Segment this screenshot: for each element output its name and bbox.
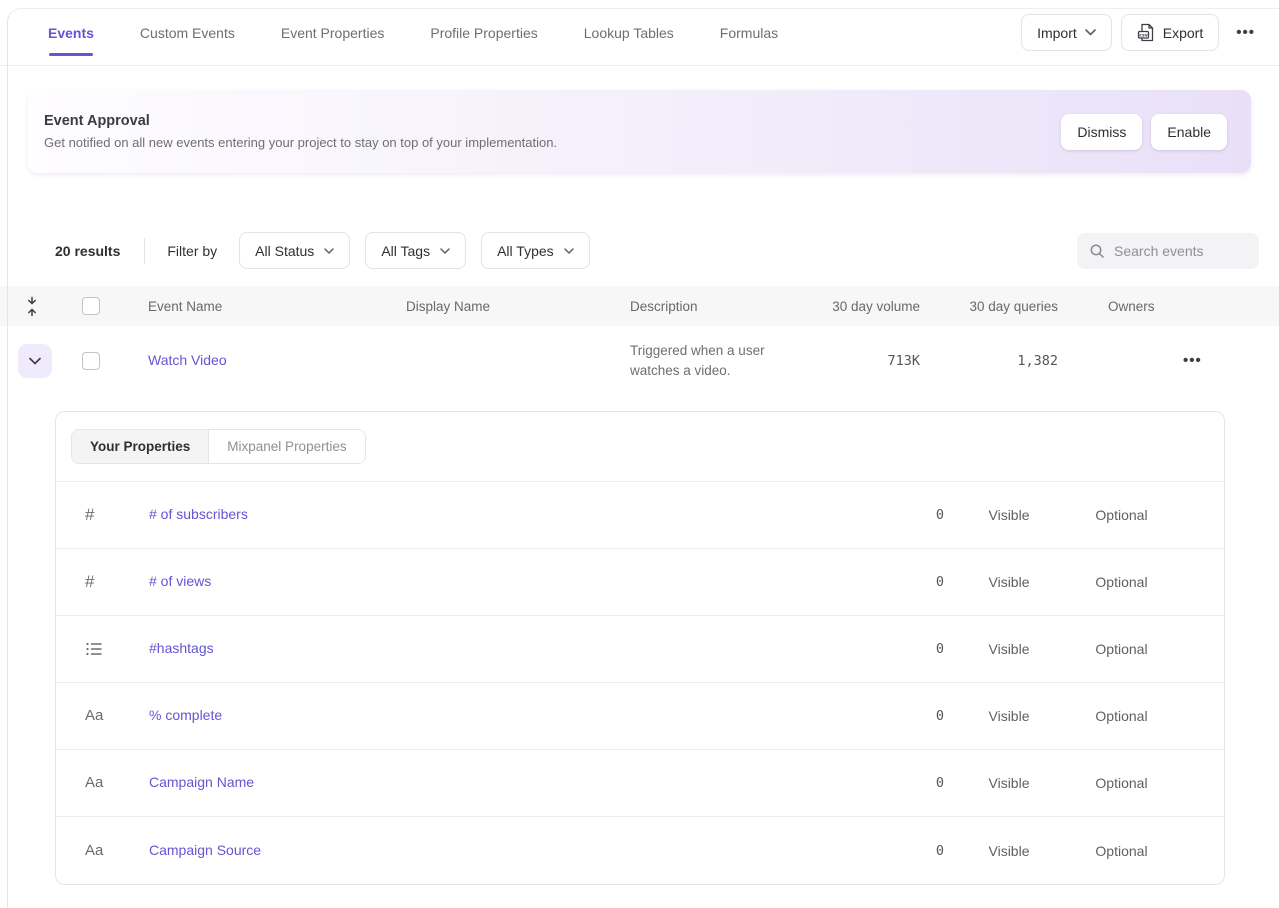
import-button-label: Import — [1037, 25, 1077, 41]
tab-your-properties[interactable]: Your Properties — [72, 430, 209, 463]
number-type-icon: # — [85, 572, 94, 591]
event-row-watch-video: Watch Video Triggered when a user watche… — [0, 326, 1279, 396]
property-requirement: Optional — [1074, 507, 1169, 523]
column-header-owners: Owners — [1108, 299, 1183, 314]
property-count: 0 — [844, 641, 944, 657]
chevron-down-icon — [29, 357, 41, 365]
list-type-icon — [85, 640, 149, 658]
property-count: 0 — [844, 708, 944, 724]
event-name-link[interactable]: Watch Video — [148, 352, 227, 368]
row-more-options-button[interactable]: ••• — [1183, 352, 1202, 369]
property-visibility: Visible — [944, 574, 1074, 590]
property-name-link[interactable]: % complete — [149, 707, 222, 723]
csv-file-icon: csv — [1137, 23, 1155, 42]
property-name-link[interactable]: Campaign Source — [149, 842, 261, 858]
banner-actions: Dismiss Enable — [1061, 114, 1227, 150]
property-visibility: Visible — [944, 641, 1074, 657]
property-name-link[interactable]: # of subscribers — [149, 506, 248, 522]
property-requirement: Optional — [1074, 574, 1169, 590]
tab-formulas[interactable]: Formulas — [720, 19, 778, 47]
chevron-down-icon — [1085, 29, 1096, 36]
property-count: 0 — [844, 775, 944, 791]
tab-profile-properties[interactable]: Profile Properties — [430, 19, 537, 47]
results-count: 20 results — [55, 243, 120, 259]
filter-bar: 20 results Filter by All Status All Tags… — [55, 232, 1259, 269]
event-volume: 713K — [830, 353, 920, 369]
select-all-checkbox[interactable] — [82, 297, 100, 315]
tags-filter-dropdown[interactable]: All Tags — [365, 232, 466, 269]
property-row: Aa Campaign Source 0 Visible Optional — [56, 817, 1224, 884]
event-approval-banner: Event Approval Get notified on all new e… — [28, 90, 1251, 173]
status-filter-label: All Status — [255, 243, 314, 259]
property-requirement: Optional — [1074, 641, 1169, 657]
tab-mixpanel-properties[interactable]: Mixpanel Properties — [209, 430, 364, 463]
event-description: Triggered when a user watches a video. — [630, 341, 830, 381]
chevron-down-icon — [440, 248, 450, 254]
lexicon-tabs: Events Custom Events Event Properties Pr… — [48, 19, 778, 47]
row-checkbox[interactable] — [82, 352, 100, 370]
more-options-button[interactable]: ••• — [1228, 18, 1263, 47]
properties-tabbar: Your Properties Mixpanel Properties — [56, 412, 1224, 482]
banner-subtitle: Get notified on all new events entering … — [44, 135, 557, 150]
tab-lookup-tables[interactable]: Lookup Tables — [584, 19, 674, 47]
types-filter-dropdown[interactable]: All Types — [481, 232, 590, 269]
column-header-display-name: Display Name — [406, 299, 630, 314]
property-name-link[interactable]: Campaign Name — [149, 774, 254, 790]
number-type-icon: # — [85, 505, 94, 524]
property-visibility: Visible — [944, 775, 1074, 791]
types-filter-label: All Types — [497, 243, 554, 259]
svg-text:csv: csv — [1139, 33, 1147, 38]
dismiss-button[interactable]: Dismiss — [1061, 114, 1142, 150]
property-row: # # of subscribers 0 Visible Optional — [56, 482, 1224, 549]
tags-filter-label: All Tags — [381, 243, 430, 259]
property-name-link[interactable]: # of views — [149, 573, 211, 589]
divider — [144, 238, 145, 264]
status-filter-dropdown[interactable]: All Status — [239, 232, 350, 269]
text-type-icon: Aa — [85, 842, 103, 859]
search-input[interactable] — [1114, 243, 1247, 259]
properties-tabs: Your Properties Mixpanel Properties — [71, 429, 366, 464]
property-row: Aa Campaign Name 0 Visible Optional — [56, 750, 1224, 817]
export-button-label: Export — [1163, 25, 1203, 41]
filter-by-label: Filter by — [167, 243, 217, 259]
nav-actions: Import csv Export ••• — [1021, 14, 1263, 51]
property-count: 0 — [844, 843, 944, 859]
chevron-down-icon — [564, 248, 574, 254]
search-box — [1077, 233, 1259, 269]
collapse-all-icon[interactable] — [25, 296, 39, 317]
search-icon — [1089, 243, 1105, 259]
property-name-link[interactable]: #hashtags — [149, 640, 214, 656]
export-button[interactable]: csv Export — [1121, 14, 1219, 51]
text-type-icon: Aa — [85, 774, 103, 791]
property-row: # # of views 0 Visible Optional — [56, 549, 1224, 616]
import-button[interactable]: Import — [1021, 14, 1112, 51]
banner-title: Event Approval — [44, 113, 557, 129]
property-visibility: Visible — [944, 843, 1074, 859]
top-navbar: Events Custom Events Event Properties Pr… — [0, 0, 1279, 66]
property-requirement: Optional — [1074, 775, 1169, 791]
text-type-icon: Aa — [85, 707, 103, 724]
property-row: #hashtags 0 Visible Optional — [56, 616, 1224, 683]
tab-custom-events[interactable]: Custom Events — [140, 19, 235, 47]
property-requirement: Optional — [1074, 843, 1169, 859]
tab-events[interactable]: Events — [48, 19, 94, 47]
event-queries: 1,382 — [920, 353, 1058, 369]
property-visibility: Visible — [944, 507, 1074, 523]
column-header-description: Description — [630, 299, 830, 314]
events-table-header: Event Name Display Name Description 30 d… — [0, 286, 1279, 326]
property-row: Aa % complete 0 Visible Optional — [56, 683, 1224, 750]
property-visibility: Visible — [944, 708, 1074, 724]
column-header-volume: 30 day volume — [830, 299, 920, 314]
column-header-event-name: Event Name — [148, 299, 406, 314]
chevron-down-icon — [324, 248, 334, 254]
tab-event-properties[interactable]: Event Properties — [281, 19, 385, 47]
property-requirement: Optional — [1074, 708, 1169, 724]
banner-text: Event Approval Get notified on all new e… — [44, 113, 557, 150]
property-count: 0 — [844, 507, 944, 523]
property-count: 0 — [844, 574, 944, 590]
enable-button[interactable]: Enable — [1151, 114, 1227, 150]
collapse-row-button[interactable] — [18, 344, 52, 378]
properties-panel: Your Properties Mixpanel Properties # # … — [55, 411, 1225, 885]
column-header-queries: 30 day queries — [920, 299, 1058, 314]
